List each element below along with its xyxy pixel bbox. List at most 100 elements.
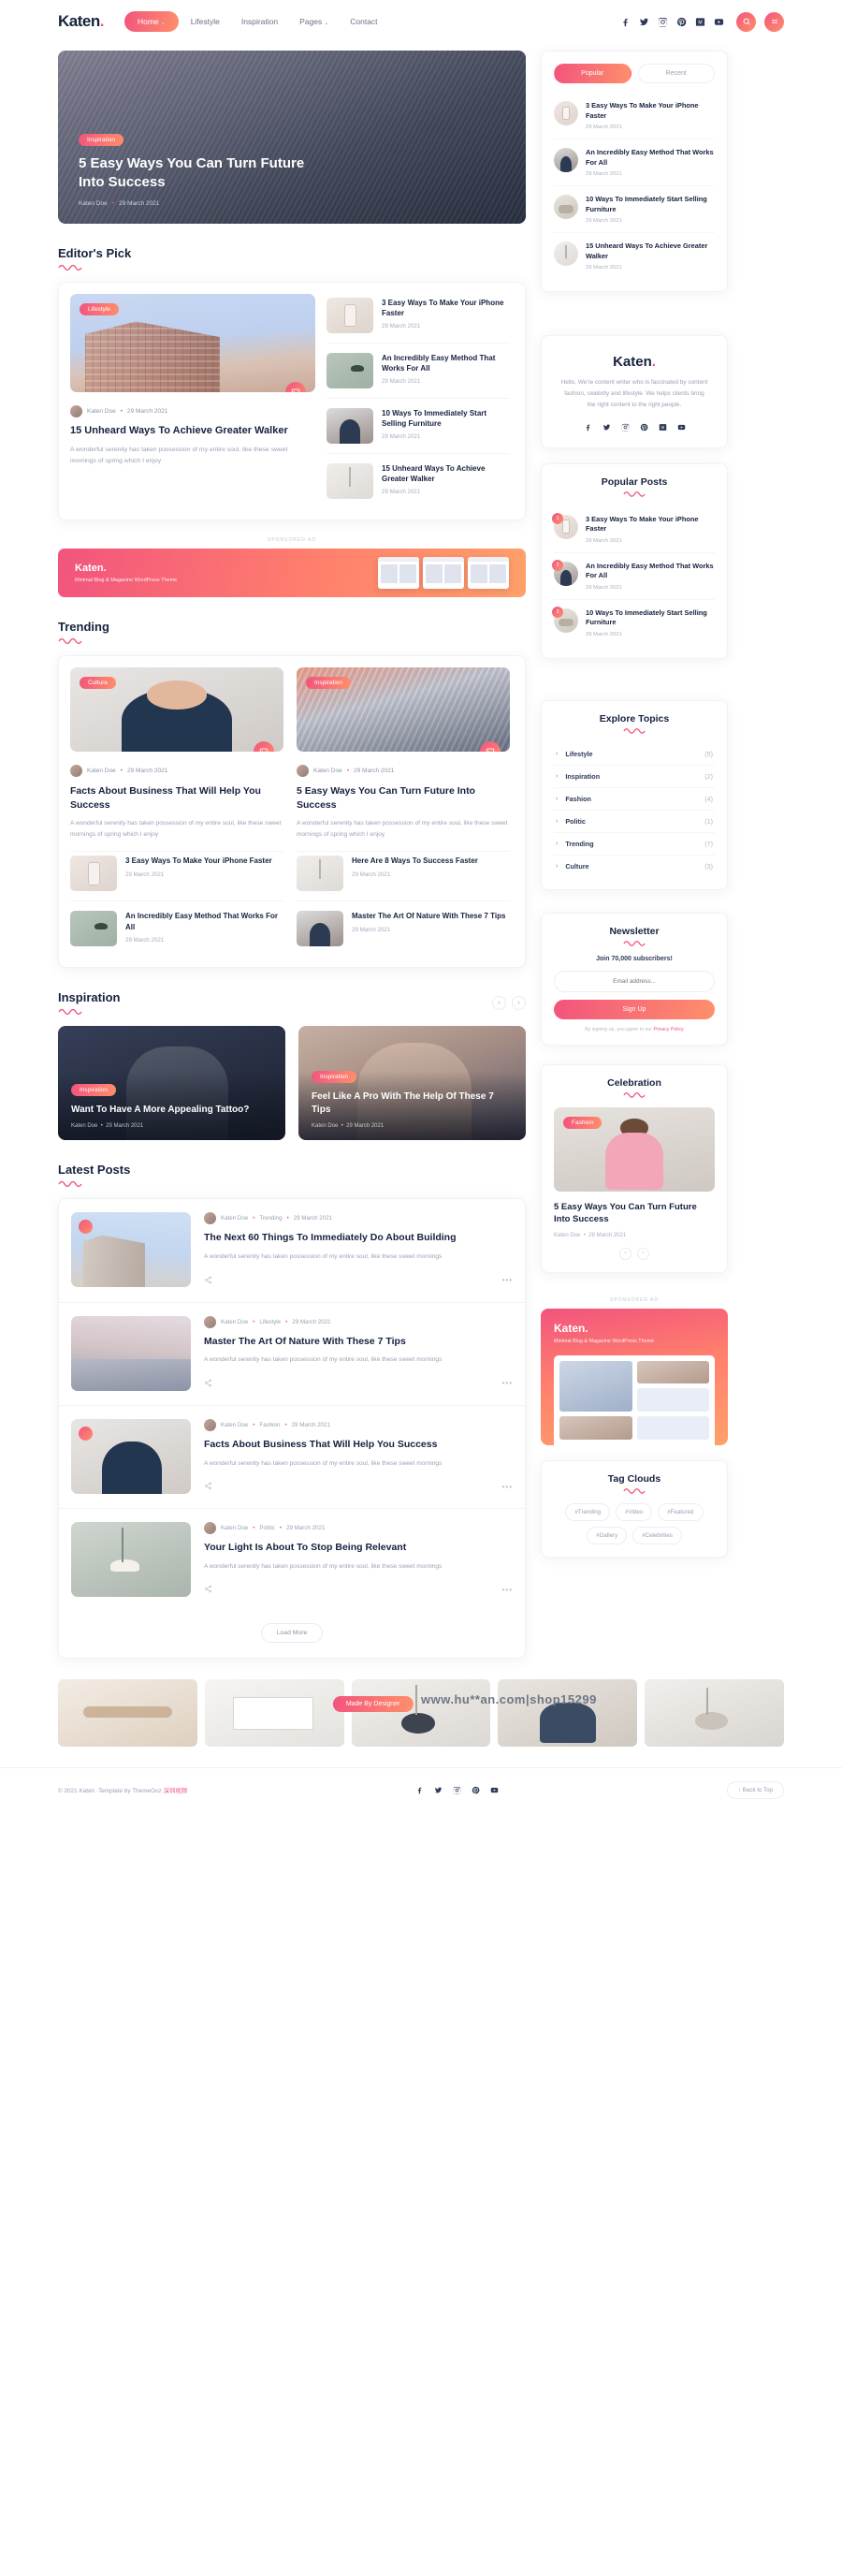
- twitter-icon[interactable]: [602, 423, 611, 432]
- instagram-icon[interactable]: [453, 1786, 461, 1794]
- gallery-item[interactable]: [204, 1679, 344, 1748]
- topic-item-culture[interactable]: › Culture (3): [554, 854, 715, 877]
- share-icon[interactable]: [204, 1375, 212, 1392]
- celebration-image[interactable]: Fashion: [554, 1106, 715, 1192]
- back-to-top-button[interactable]: ↑ Back to Top: [726, 1781, 784, 1800]
- youtube-icon[interactable]: [490, 1786, 499, 1794]
- signup-button[interactable]: Sign Up: [554, 999, 715, 1019]
- post-category[interactable]: Lifestyle: [259, 1319, 281, 1325]
- medium-icon[interactable]: M: [659, 423, 667, 432]
- pinterest-icon[interactable]: [472, 1786, 480, 1794]
- next-arrow-icon[interactable]: ›: [512, 995, 526, 1010]
- more-options-icon[interactable]: •••: [502, 1483, 513, 1491]
- hero-card[interactable]: Inspiration 5 Easy Ways You Can Turn Fut…: [58, 51, 526, 224]
- twitter-icon[interactable]: [639, 17, 649, 27]
- list-item[interactable]: 15 Unheard Ways To Achieve Greater Walke…: [327, 453, 510, 508]
- gallery-item[interactable]: [645, 1679, 784, 1748]
- nav-item-contact[interactable]: Contact: [341, 12, 386, 31]
- list-item[interactable]: Katen Doe • Politic • 29 March 2021 Your…: [59, 1508, 525, 1611]
- editors-pick-feature[interactable]: Lifestyle Katen Doe • 29 March 2021 15 U…: [70, 294, 315, 508]
- celebration-tag[interactable]: Fashion: [563, 1116, 602, 1129]
- topic-item-trending[interactable]: › Trending (7): [554, 831, 715, 855]
- trending-tag[interactable]: Inspiration: [306, 677, 351, 689]
- list-item[interactable]: Katen Doe • Lifestyle • 29 March 2021 Ma…: [59, 1301, 525, 1405]
- list-item[interactable]: 3 Easy Ways To Make Your iPhone Faster 2…: [70, 854, 283, 900]
- post-category[interactable]: Trending: [259, 1215, 282, 1222]
- tab-recent[interactable]: Recent: [637, 64, 715, 83]
- email-field[interactable]: [554, 970, 715, 992]
- more-options-icon[interactable]: •••: [502, 1586, 513, 1594]
- trending-column[interactable]: Culture Katen Doe • 29 March 2021 Facts …: [70, 667, 283, 956]
- instagram-icon[interactable]: [621, 423, 630, 432]
- topic-item-lifestyle[interactable]: › Lifestyle (5): [554, 743, 715, 765]
- inspiration-card[interactable]: Inspiration Want To Have A More Appealin…: [58, 1026, 285, 1141]
- nav-item-pages[interactable]: Pages ⌄: [290, 12, 338, 31]
- share-icon[interactable]: [204, 1272, 212, 1289]
- medium-icon[interactable]: M: [695, 17, 705, 27]
- youtube-icon[interactable]: [714, 17, 724, 27]
- gallery-item[interactable]: [351, 1679, 491, 1748]
- list-item[interactable]: 3 Easy Ways To Make Your iPhone Faster 29…: [554, 93, 715, 139]
- topic-item-fashion[interactable]: › Fashion (4): [554, 786, 715, 810]
- facebook-icon[interactable]: [584, 423, 592, 432]
- hero-tag[interactable]: Inspiration: [79, 133, 123, 146]
- more-options-icon[interactable]: •••: [502, 1276, 513, 1284]
- list-item[interactable]: 3 10 Ways To Immediately Start Selling F…: [552, 598, 715, 646]
- list-item[interactable]: Katen Doe • Fashion • 29 March 2021 Fact…: [59, 1404, 525, 1508]
- tag-chip[interactable]: #Featured: [658, 1502, 704, 1521]
- site-logo[interactable]: Katen.: [58, 12, 104, 31]
- post-category[interactable]: Politic: [259, 1525, 275, 1531]
- post-category[interactable]: Fashion: [259, 1422, 280, 1428]
- gallery-icon[interactable]: [254, 741, 274, 752]
- inspiration-card[interactable]: Inspiration Feel Like A Pro With The Hel…: [298, 1026, 526, 1141]
- twitter-icon[interactable]: [434, 1786, 443, 1794]
- list-item[interactable]: An Incredibly Easy Method That Works For…: [327, 343, 510, 398]
- prev-arrow-icon[interactable]: ‹: [492, 995, 506, 1010]
- tag-chip[interactable]: #Trending: [565, 1502, 611, 1521]
- load-more-button[interactable]: Load More: [260, 1623, 324, 1644]
- privacy-policy-link[interactable]: Privacy Policy: [653, 1027, 683, 1032]
- gallery-icon[interactable]: [480, 741, 501, 752]
- list-item[interactable]: 2 An Incredibly Easy Method That Works F…: [552, 551, 715, 599]
- nav-item-inspiration[interactable]: Inspiration: [232, 12, 287, 31]
- list-item[interactable]: 10 Ways To Immediately Start Selling Fur…: [554, 185, 715, 232]
- nav-item-home[interactable]: Home ⌄: [123, 11, 179, 32]
- list-item[interactable]: 1 3 Easy Ways To Make Your iPhone Faster…: [552, 506, 715, 552]
- tag-chip[interactable]: #Celebrities: [632, 1526, 682, 1544]
- list-item[interactable]: An Incredibly Easy Method That Works For…: [70, 900, 283, 956]
- tag-chip[interactable]: #Video: [616, 1502, 653, 1521]
- gallery-icon[interactable]: [285, 382, 306, 392]
- share-icon[interactable]: [204, 1478, 212, 1495]
- list-item[interactable]: Here Are 8 Ways To Success Faster 29 Mar…: [297, 854, 510, 900]
- tab-popular[interactable]: Popular: [554, 64, 632, 83]
- share-icon[interactable]: [204, 1581, 212, 1598]
- list-item[interactable]: 10 Ways To Immediately Start Selling Fur…: [327, 398, 510, 453]
- facebook-icon[interactable]: [415, 1786, 424, 1794]
- nav-item-lifestyle[interactable]: Lifestyle: [181, 12, 229, 31]
- list-item[interactable]: 3 Easy Ways To Make Your iPhone Faster 2…: [327, 296, 510, 343]
- pinterest-icon[interactable]: [676, 17, 687, 27]
- list-item[interactable]: An Incredibly Easy Method That Works For…: [554, 139, 715, 185]
- list-item[interactable]: Katen Doe • Trending • 29 March 2021 The…: [59, 1199, 525, 1301]
- next-arrow-icon[interactable]: ›: [637, 1247, 649, 1260]
- gallery-item[interactable]: [498, 1679, 638, 1748]
- more-options-icon[interactable]: •••: [502, 1379, 513, 1387]
- sidebar-ad[interactable]: Katen. Minimal Blog & Magazine WordPress…: [541, 1308, 728, 1445]
- search-icon[interactable]: [736, 11, 756, 32]
- prev-arrow-icon[interactable]: ‹: [619, 1247, 632, 1260]
- sponsored-banner[interactable]: Katen. Minimal Blog & Magazine WordPress…: [58, 549, 526, 597]
- menu-icon[interactable]: [764, 11, 784, 32]
- gallery-item[interactable]: [58, 1679, 197, 1748]
- topic-item-inspiration[interactable]: › Inspiration (2): [554, 764, 715, 787]
- youtube-icon[interactable]: [677, 423, 686, 432]
- instagram-icon[interactable]: [658, 17, 668, 27]
- list-item[interactable]: 15 Unheard Ways To Achieve Greater Walke…: [554, 232, 715, 279]
- inspiration-tag[interactable]: Inspiration: [312, 1071, 356, 1084]
- facebook-icon[interactable]: [620, 17, 631, 27]
- pinterest-icon[interactable]: [640, 423, 648, 432]
- list-item[interactable]: Master The Art Of Nature With These 7 Ti…: [297, 900, 510, 956]
- feature-tag[interactable]: Lifestyle: [80, 303, 119, 315]
- trending-tag[interactable]: Culture: [80, 677, 116, 689]
- trending-column[interactable]: Inspiration Katen Doe • 29 March 2021 5 …: [297, 667, 510, 956]
- tag-chip[interactable]: #Gallery: [587, 1526, 628, 1544]
